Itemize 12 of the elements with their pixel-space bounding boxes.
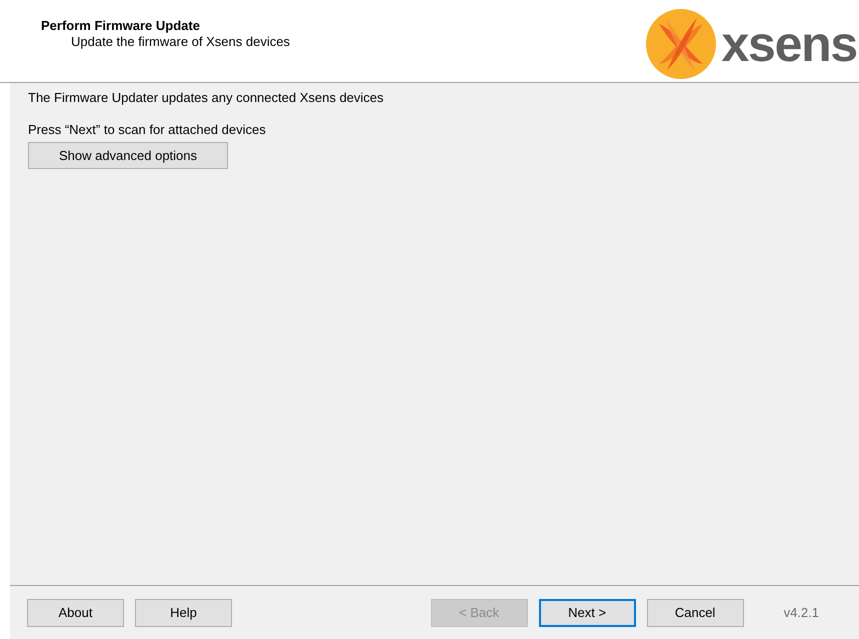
version-label: v4.2.1 [784, 604, 819, 622]
logo-icon [645, 8, 718, 80]
page-title: Perform Firmware Update [41, 18, 201, 34]
logo-wordmark: xsens [721, 19, 857, 69]
dialog-button[interactable]: Cancel [646, 598, 744, 626]
instruction-text: Press “Next” to scan for attached devices [28, 122, 267, 138]
page-subtitle: Update the firmware of Xsens devices [70, 34, 290, 50]
dialog-button[interactable]: Next > [538, 598, 636, 626]
dialog-button[interactable]: Help [135, 598, 232, 626]
advanced-options-button[interactable]: Show advanced options [28, 142, 228, 169]
dialog-button[interactable]: About [27, 598, 124, 626]
instruction-text: The Firmware Updater updates any connected Xsens devices [28, 90, 385, 106]
